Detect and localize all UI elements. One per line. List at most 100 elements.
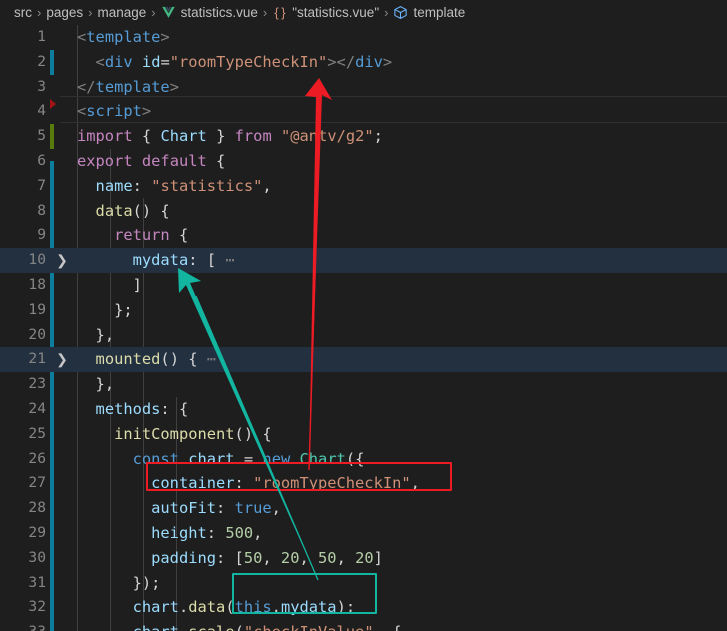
line-content: <div id="roomTypeCheckIn"></div> — [95, 52, 393, 71]
breadcrumb-separator-icon: › — [384, 5, 389, 20]
line-content: autoFit: true, — [151, 499, 281, 518]
line-number: 23 — [28, 375, 46, 393]
code-line[interactable]: 29 height: 500, — [0, 521, 727, 546]
symbol-cube-icon — [393, 5, 408, 20]
line-content: }, — [95, 375, 115, 394]
line-content: </template> — [77, 77, 179, 96]
line-number: 21 — [28, 350, 46, 368]
braces-icon: { } — [274, 5, 286, 20]
line-content: import { Chart } from "@antv/g2"; — [77, 127, 383, 146]
vue-file-icon — [161, 5, 176, 20]
line-content: }, — [95, 325, 115, 344]
code-line[interactable]: 3 </template> — [0, 75, 727, 100]
line-content: const chart = new Chart({ — [132, 449, 365, 468]
fold-expand-icon[interactable]: ❯ — [55, 248, 69, 273]
line-number: 8 — [37, 201, 46, 219]
line-content: initComponent() { — [114, 424, 272, 443]
code-line-active[interactable]: 10 ❯ mydata: [ ⋯ — [0, 248, 727, 273]
line-number: 9 — [37, 226, 46, 244]
breadcrumb-separator-icon: › — [88, 5, 93, 20]
breadcrumb-item-statistics-vue[interactable]: statistics.vue — [161, 5, 258, 20]
line-number: 26 — [28, 449, 46, 467]
code-line[interactable]: 18 ] — [0, 273, 727, 298]
fold-expand-icon[interactable]: ❯ — [55, 347, 69, 372]
code-line[interactable]: 7 name: "statistics", — [0, 174, 727, 199]
breadcrumb-label: template — [413, 5, 466, 20]
code-line[interactable]: 5 import { Chart } from "@antv/g2"; — [0, 124, 727, 149]
code-editor[interactable]: 1 <template> 2 <div id="roomTypeCheckIn"… — [0, 25, 727, 631]
line-content: container: "roomTypeCheckIn", — [151, 474, 420, 493]
line-number: 20 — [28, 325, 46, 343]
breadcrumb-separator-icon: › — [262, 5, 268, 20]
code-line[interactable]: 4 <script> — [0, 99, 727, 124]
line-content: methods: { — [95, 399, 189, 418]
line-content: ] — [132, 275, 142, 294]
breadcrumb-separator-icon: › — [151, 5, 156, 20]
breadcrumb-separator-icon: › — [37, 5, 42, 20]
line-number: 5 — [37, 127, 46, 145]
code-line[interactable]: 27 container: "roomTypeCheckIn", — [0, 471, 727, 496]
line-number: 3 — [37, 77, 46, 95]
breadcrumb-label: "statistics.vue" — [292, 5, 380, 20]
breadcrumb-label: src — [14, 5, 32, 20]
breadcrumb-label: pages — [46, 5, 84, 20]
line-content: chart.scale("checkInValue", { — [77, 620, 402, 631]
breadcrumb: src › pages › manage › statistics.vue › … — [0, 0, 727, 25]
line-number: 33 — [0, 620, 46, 631]
code-line[interactable]: 33 chart.scale("checkInValue", { — [0, 620, 727, 631]
breadcrumb-item-pages[interactable]: pages — [46, 5, 83, 20]
line-number: 32 — [28, 598, 46, 616]
line-content: <template> — [77, 28, 170, 46]
code-line[interactable]: 24 methods: { — [0, 397, 727, 422]
code-line[interactable]: 9 return { — [0, 223, 727, 248]
vscode-editor-window: src › pages › manage › statistics.vue › … — [0, 0, 727, 631]
code-line[interactable]: 30 padding: [50, 20, 50, 20] — [0, 546, 727, 571]
line-content: }; — [114, 300, 133, 319]
code-line[interactable]: 25 initComponent() { — [0, 422, 727, 447]
line-number: 6 — [37, 151, 46, 169]
breadcrumb-item-statistics-vue-symbol[interactable]: { } "statistics.vue" — [272, 5, 379, 20]
line-number: 29 — [28, 523, 46, 541]
line-number: 28 — [28, 499, 46, 517]
code-line[interactable]: 20 }, — [0, 323, 727, 348]
line-number: 4 — [37, 102, 46, 120]
line-number: 27 — [28, 474, 46, 492]
code-line[interactable]: 2 <div id="roomTypeCheckIn"></div> — [0, 50, 727, 75]
code-line[interactable]: 8 data() { — [0, 199, 727, 224]
code-line[interactable]: 6 export default { — [0, 149, 727, 174]
line-content: height: 500, — [151, 523, 263, 542]
line-number: 24 — [28, 399, 46, 417]
line-number: 30 — [28, 548, 46, 566]
line-number: 7 — [37, 176, 46, 194]
line-content: chart.data(this.mydata); — [132, 598, 356, 617]
line-number: 19 — [28, 300, 46, 318]
line-content: mydata: [ ⋯ — [132, 251, 235, 270]
line-content: mounted() { ⋯ — [95, 350, 217, 369]
code-line[interactable]: 26 const chart = new Chart({ — [0, 447, 727, 472]
line-content: <script> — [77, 102, 152, 121]
breadcrumb-item-manage[interactable]: manage — [97, 5, 146, 20]
code-line[interactable]: 23 }, — [0, 372, 727, 397]
line-content: return { — [114, 226, 189, 245]
breadcrumb-label: manage — [97, 5, 147, 20]
breadcrumb-item-template[interactable]: template — [393, 5, 465, 20]
breadcrumb-item-src[interactable]: src — [14, 5, 32, 20]
code-line[interactable]: 1 <template> — [0, 25, 727, 50]
line-number: 2 — [37, 52, 46, 70]
line-number: 18 — [28, 275, 46, 293]
code-line[interactable]: 19 }; — [0, 298, 727, 323]
code-line[interactable]: 28 autoFit: true, — [0, 496, 727, 521]
code-line[interactable]: 32 chart.data(this.mydata); — [0, 595, 727, 620]
line-content: name: "statistics", — [95, 176, 272, 195]
line-number: 31 — [28, 573, 46, 591]
code-line[interactable]: 31 }); — [0, 571, 727, 596]
line-content: }); — [132, 573, 161, 592]
line-content: export default { — [77, 151, 226, 170]
line-number: 1 — [37, 28, 46, 45]
code-line-active[interactable]: 21 ❯ mounted() { ⋯ — [0, 347, 727, 373]
breadcrumb-label: statistics.vue — [180, 5, 258, 20]
line-number: 25 — [28, 424, 46, 442]
line-number: 10 — [28, 251, 46, 269]
line-content: data() { — [95, 201, 170, 220]
line-content: padding: [50, 20, 50, 20] — [151, 548, 383, 567]
